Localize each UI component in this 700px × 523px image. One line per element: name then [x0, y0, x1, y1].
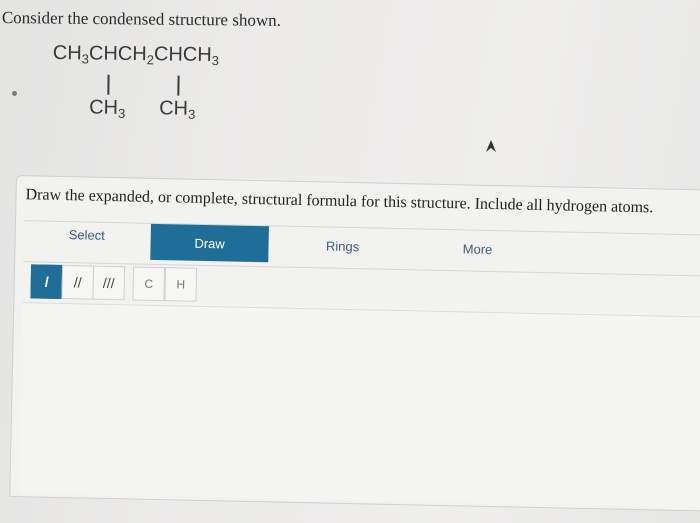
question-text: Consider the condensed structure shown. [1, 8, 282, 30]
branch-subscript: 3 [187, 106, 196, 122]
branch-bond-1 [107, 74, 110, 95]
tab-rings[interactable]: Rings [283, 227, 402, 265]
draw-prompt: Draw the expanded, or complete, structur… [25, 186, 654, 217]
condensed-structure: CH3CHCH2CHCH3 CH3 CH3 [47, 40, 288, 143]
bond-atom-tools: / // /// C H [30, 264, 198, 302]
branch-methyl-2: CH3 [159, 97, 195, 121]
tab-select[interactable]: Select [27, 215, 146, 253]
carbon-atom-tool[interactable]: C [132, 266, 166, 302]
tab-draw[interactable]: Draw [150, 223, 269, 263]
branch-methyl-1: CH3 [89, 97, 125, 121]
branch-bond-2 [177, 75, 180, 96]
single-bond-tool[interactable]: / [30, 264, 64, 299]
triple-bond-tool[interactable]: /// [92, 265, 126, 301]
drawing-canvas[interactable] [18, 302, 700, 508]
cursor-arrow-icon [486, 140, 496, 152]
branch-part: CH [89, 96, 119, 119]
bullet-dot-icon [12, 91, 17, 96]
branch-subscript: 3 [117, 105, 126, 121]
main-chain-part: CHCH [153, 43, 212, 67]
double-bond-tool[interactable]: // [61, 264, 95, 300]
structure-main-chain: CH3CHCH2CHCH3 [53, 42, 219, 68]
branch-part: CH [159, 97, 189, 120]
hydrogen-atom-tool[interactable]: H [164, 267, 198, 302]
tab-more[interactable]: More [418, 229, 537, 267]
drawing-panel: Draw the expanded, or complete, structur… [9, 175, 700, 513]
main-chain-part: CHCH [88, 42, 147, 66]
main-chain-subscript: 3 [211, 53, 220, 69]
main-chain-part: CH [52, 42, 82, 65]
